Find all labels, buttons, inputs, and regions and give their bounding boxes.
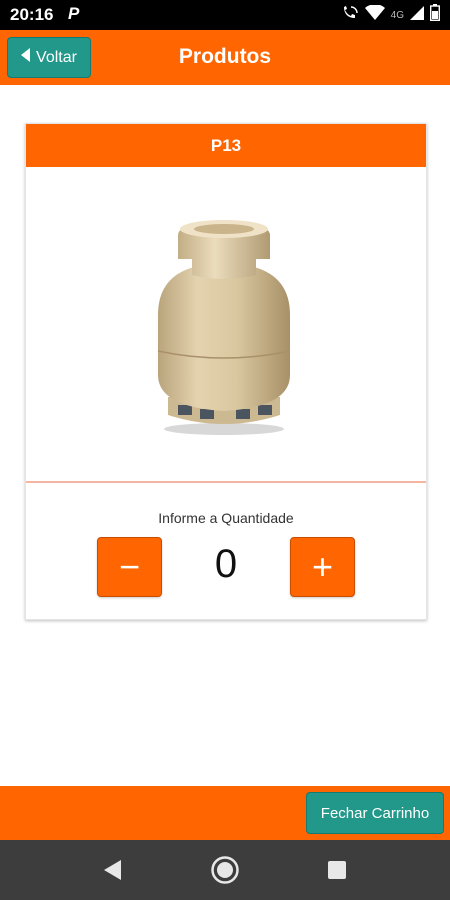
decrease-quantity-button[interactable]: −	[97, 537, 162, 597]
status-bar: 20:16 P 4G	[0, 0, 450, 30]
wifi-calling-icon	[341, 5, 359, 26]
increase-quantity-button[interactable]: +	[290, 537, 355, 597]
close-cart-button[interactable]: Fechar Carrinho	[306, 792, 444, 834]
wifi-icon	[364, 3, 385, 26]
product-card: P13 Informe a Quantidade − 0 +	[25, 123, 427, 620]
gas-cylinder-image	[157, 220, 291, 435]
status-time: 20:16	[10, 5, 54, 24]
app-footer: Fechar Carrinho	[0, 786, 450, 840]
signal-icon	[410, 5, 424, 25]
app-notification-icon: P	[68, 4, 80, 23]
minus-icon: −	[118, 546, 141, 587]
home-circle-icon[interactable]	[209, 854, 241, 886]
quantity-value: 0	[214, 542, 238, 586]
product-name: P13	[26, 124, 426, 167]
app-header: Voltar Produtos	[0, 30, 450, 85]
network-type-label: 4G	[390, 9, 404, 21]
system-nav-bar	[0, 840, 450, 900]
back-triangle-icon[interactable]	[97, 854, 129, 886]
plus-icon: +	[311, 546, 334, 587]
page-title: Produtos	[178, 45, 272, 68]
quantity-label: Informe a Quantidade	[158, 510, 294, 526]
recents-square-icon[interactable]	[321, 854, 353, 886]
status-icons: 4G	[341, 3, 441, 26]
battery-icon	[429, 4, 441, 26]
product-image-area	[26, 167, 426, 483]
